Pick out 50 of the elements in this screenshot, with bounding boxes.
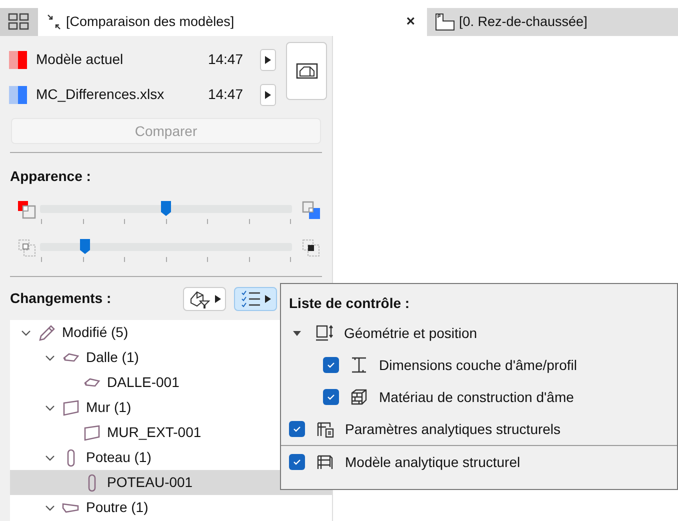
caret-icon bbox=[265, 90, 271, 98]
layout-grid-button[interactable] bbox=[0, 8, 38, 36]
close-button[interactable]: × bbox=[402, 10, 419, 34]
check-icon bbox=[327, 361, 335, 369]
checkbox[interactable] bbox=[289, 454, 305, 470]
wall-icon bbox=[61, 398, 81, 418]
section-title: Apparence : bbox=[10, 167, 92, 186]
bricks-icon bbox=[349, 387, 369, 407]
model-view-button[interactable] bbox=[286, 42, 327, 100]
model-name: Modèle actuel bbox=[36, 50, 124, 69]
triangle-down-icon[interactable] bbox=[292, 328, 302, 338]
caret-icon bbox=[264, 294, 270, 302]
slider-thumb[interactable] bbox=[80, 239, 90, 254]
checkbox[interactable] bbox=[323, 357, 339, 373]
model-name: MC_Differences.xlsx bbox=[36, 85, 166, 104]
shrink-arrows-icon bbox=[46, 14, 62, 30]
check-icon bbox=[293, 425, 301, 433]
checkbox[interactable] bbox=[289, 421, 305, 437]
grid-icon bbox=[8, 13, 30, 31]
color-swatch-light bbox=[9, 50, 18, 68]
tab[interactable]: [Comparaison des modèles] × bbox=[38, 8, 427, 36]
filter-button[interactable] bbox=[183, 286, 226, 310]
geometry-icon bbox=[314, 323, 334, 343]
overlap-squares-icon bbox=[18, 201, 36, 219]
section-title: Changements : bbox=[10, 289, 112, 308]
slider-thumb[interactable] bbox=[161, 201, 171, 216]
dashed-squares-icon bbox=[302, 239, 320, 257]
caret-icon bbox=[214, 294, 220, 302]
caret-icon bbox=[265, 56, 271, 64]
expand-button[interactable] bbox=[260, 84, 276, 106]
checklist-item[interactable]: Modèle analytique structurel bbox=[281, 446, 677, 478]
check-icon bbox=[327, 393, 335, 401]
overlap-squares-icon bbox=[302, 201, 320, 219]
tree-item[interactable]: Poutre (1) bbox=[10, 495, 332, 520]
pencil-icon bbox=[37, 322, 57, 342]
floor-plan-icon bbox=[435, 13, 455, 31]
dashed-squares-icon bbox=[18, 239, 36, 257]
expand-button[interactable] bbox=[260, 48, 276, 70]
model-time: 14:47 bbox=[208, 85, 243, 104]
color-swatch-light bbox=[9, 86, 18, 104]
checklist-button[interactable] bbox=[234, 286, 277, 310]
house-icon bbox=[296, 63, 318, 79]
model-time: 14:47 bbox=[208, 50, 243, 69]
checklist-icon bbox=[240, 290, 260, 308]
wall-icon bbox=[82, 422, 102, 442]
checkbox[interactable] bbox=[323, 389, 339, 405]
check-icon bbox=[293, 458, 301, 466]
i-beam-icon bbox=[349, 355, 369, 375]
popup-title: Liste de contrôle : bbox=[289, 294, 411, 313]
house-filter-icon bbox=[188, 288, 210, 308]
